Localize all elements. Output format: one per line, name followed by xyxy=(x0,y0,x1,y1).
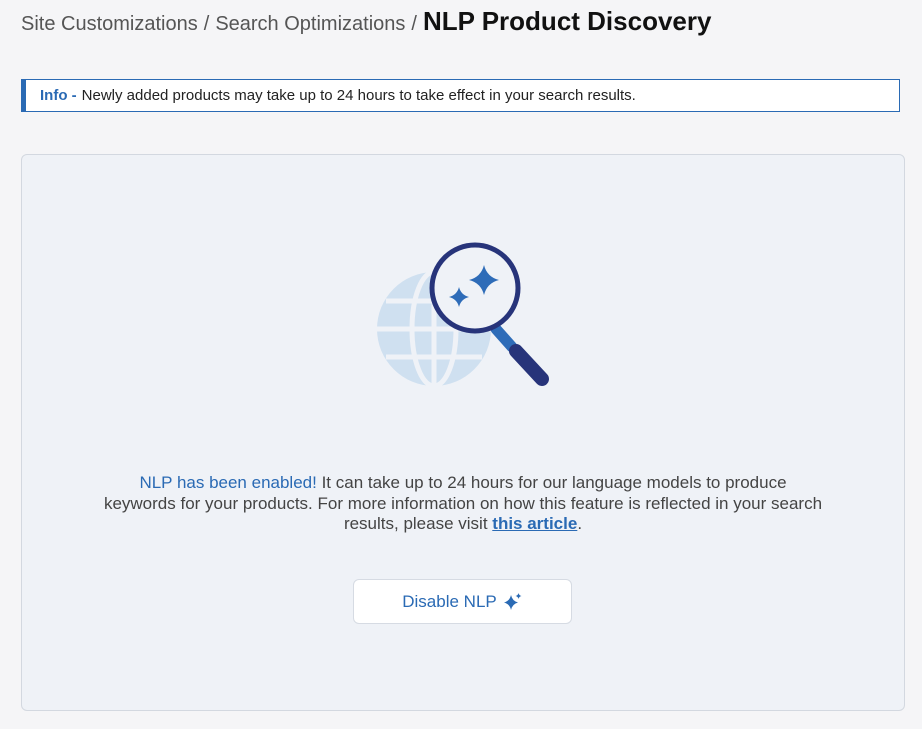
article-link[interactable]: this article xyxy=(492,514,577,533)
breadcrumb-separator: / xyxy=(411,13,417,35)
info-banner: Info - Newly added products may take up … xyxy=(21,79,900,112)
breadcrumb-site-customizations[interactable]: Site Customizations xyxy=(21,13,198,36)
nlp-status-card: NLP has been enabled! It can take up to … xyxy=(21,154,905,711)
sparkle-icon xyxy=(503,592,522,610)
page: Site Customizations / Search Optimizatio… xyxy=(0,0,922,729)
info-text: Newly added products may take up to 24 h… xyxy=(81,87,636,104)
nlp-status-message: NLP has been enabled! It can take up to … xyxy=(102,473,824,535)
nlp-status-suffix: . xyxy=(577,514,583,533)
nlp-enabled-text: NLP has been enabled! xyxy=(139,473,317,492)
breadcrumb-separator: / xyxy=(203,13,210,35)
page-title: NLP Product Discovery xyxy=(422,6,712,36)
breadcrumb: Site Customizations / Search Optimizatio… xyxy=(21,6,711,42)
disable-nlp-button[interactable]: Disable NLP xyxy=(353,579,572,624)
info-label: Info - xyxy=(40,87,77,104)
nlp-illustration xyxy=(377,242,549,389)
breadcrumb-search-optimizations[interactable]: Search Optimizations xyxy=(215,13,405,36)
disable-nlp-label: Disable NLP xyxy=(402,591,497,611)
